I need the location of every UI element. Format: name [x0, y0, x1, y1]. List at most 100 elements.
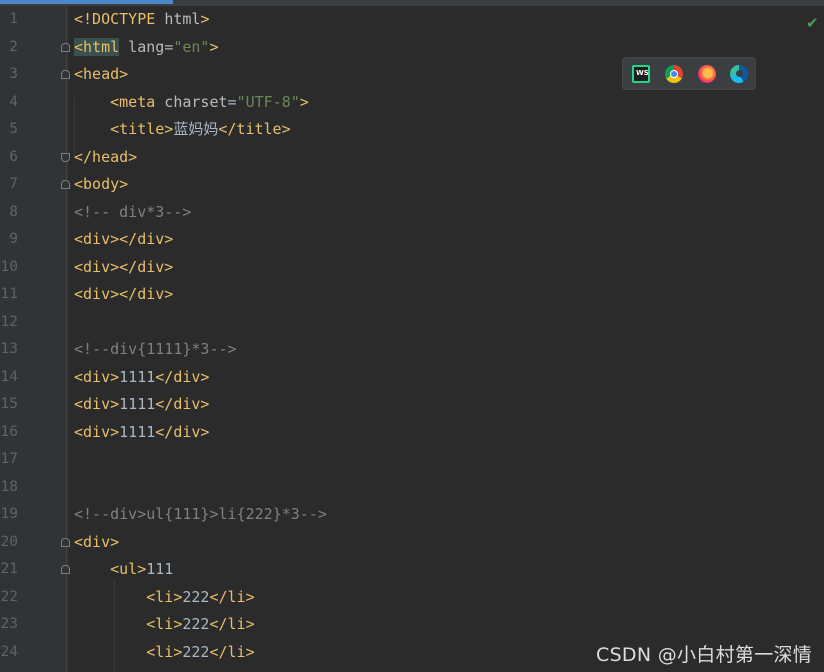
code-token: charset [155, 92, 228, 111]
code-token: <!--div{1111}*3--> [74, 340, 237, 358]
code-token: <div> [74, 395, 120, 413]
active-tab-indicator [0, 0, 173, 4]
code-text: <div>1111</div> [74, 364, 209, 392]
code-line[interactable]: 5 <title>蓝妈妈</title> [0, 116, 824, 144]
line-number: 16 [0, 423, 18, 440]
code-line[interactable]: 16 <div>1111</div> [0, 419, 824, 447]
line-number: 24 [0, 643, 18, 660]
code-token: </li> [209, 587, 255, 606]
line-number: 23 [0, 616, 18, 632]
code-token: 222 [182, 587, 210, 606]
line-number: 18 [0, 478, 18, 495]
line-number: 11 [0, 286, 18, 302]
code-token: "en" [173, 37, 210, 56]
code-token: <!-- div*3--> [74, 202, 192, 221]
code-token: <li> [146, 642, 183, 661]
code-line[interactable]: 8 <!-- div*3--> [0, 199, 824, 227]
code-text: <div> [74, 529, 119, 557]
code-line[interactable]: 12 [0, 309, 824, 337]
code-token: = [164, 37, 174, 56]
fold-toggle-icon[interactable] [61, 70, 70, 79]
code-line[interactable]: 19 <!--div>ul{111}>li{222}*3--> [0, 501, 824, 529]
code-token: </li> [209, 615, 255, 633]
fold-toggle-icon[interactable] [61, 537, 70, 547]
code-line[interactable]: 22 <li>222</li> [0, 584, 824, 612]
code-text: <meta charset="UTF-8"> [74, 89, 309, 117]
fold-toggle-icon[interactable] [61, 152, 70, 162]
code-line[interactable]: 11 <div></div> [0, 281, 824, 309]
code-line[interactable]: 14 <div>1111</div> [0, 364, 824, 392]
code-line[interactable]: 18 [0, 474, 824, 502]
code-token: </div> [155, 422, 210, 441]
code-token: <div></div> [74, 257, 174, 276]
code-line[interactable]: 7 <body> [0, 171, 824, 199]
line-number: 9 [9, 231, 18, 247]
code-token: <meta [110, 92, 156, 111]
code-line[interactable]: 15 <div>1111</div> [0, 391, 824, 419]
code-text: <!-- div*3--> [74, 199, 191, 227]
fold-toggle-icon[interactable] [61, 42, 70, 52]
code-text: </head> [74, 144, 137, 172]
line-number: 7 [9, 176, 18, 192]
code-token: </div> [155, 395, 210, 413]
code-text: <!DOCTYPE html> [74, 6, 209, 34]
code-line[interactable]: 6 </head> [0, 144, 824, 172]
code-line[interactable]: 21 <ul>111 [0, 556, 824, 584]
code-token: > [209, 37, 219, 56]
code-token: <body> [74, 175, 129, 193]
code-token: <li> [146, 587, 183, 606]
code-text: <body> [74, 171, 128, 199]
line-number: 3 [9, 66, 18, 82]
code-line[interactable]: 1 <!DOCTYPE html> [0, 6, 824, 34]
code-token: <html [74, 37, 120, 56]
line-number: 22 [0, 588, 18, 605]
code-token: 1111 [119, 395, 156, 413]
line-number: 2 [9, 38, 18, 55]
code-text: <head> [74, 61, 128, 89]
code-line[interactable]: 9 <div></div> [0, 226, 824, 254]
code-text: <div></div> [74, 226, 173, 254]
line-number: 1 [9, 11, 18, 27]
line-number: 6 [9, 148, 18, 165]
code-text: <title>蓝妈妈</title> [74, 116, 290, 144]
code-line[interactable]: 20 <div> [0, 529, 824, 557]
code-line[interactable]: 23 <li>222</li> [0, 611, 824, 639]
code-text: <li>222</li> [74, 584, 255, 612]
code-token: = [227, 92, 237, 111]
chrome-icon[interactable] [665, 65, 683, 83]
code-token: 111 [146, 560, 174, 578]
code-line[interactable]: 17 [0, 446, 824, 474]
line-number: 4 [9, 93, 18, 110]
code-token: > [200, 10, 210, 28]
firefox-icon[interactable] [698, 65, 716, 83]
code-token: 1111 [119, 367, 156, 386]
code-text: <li>222</li> [74, 611, 255, 639]
code-token: <!DOCTYPE [74, 10, 165, 28]
code-token: <ul> [110, 560, 147, 578]
code-line[interactable]: 4 <meta charset="UTF-8"> [0, 89, 824, 117]
line-number: 20 [0, 533, 18, 550]
code-token: "UTF-8" [236, 92, 300, 111]
code-token: </head> [74, 147, 138, 166]
code-token: <div> [74, 532, 120, 551]
fold-toggle-icon[interactable] [61, 565, 70, 574]
code-text: <div></div> [74, 281, 173, 309]
code-token: <div> [74, 367, 120, 386]
code-token: <title> [110, 120, 174, 138]
code-token: <!--div>ul{111}>li{222}*3--> [74, 505, 327, 523]
webstorm-icon[interactable]: WS [632, 65, 650, 83]
line-number: 12 [0, 313, 18, 330]
code-text: <ul>111 [74, 556, 173, 584]
line-number: 14 [0, 368, 18, 385]
code-line[interactable]: 13 <!--div{1111}*3--> [0, 336, 824, 364]
code-token: 1111 [119, 422, 156, 441]
code-line[interactable]: 10 <div></div> [0, 254, 824, 282]
fold-toggle-icon[interactable] [61, 180, 70, 189]
code-text: <div></div> [74, 254, 173, 282]
edge-icon[interactable] [730, 65, 748, 83]
code-token: <div></div> [74, 230, 174, 248]
